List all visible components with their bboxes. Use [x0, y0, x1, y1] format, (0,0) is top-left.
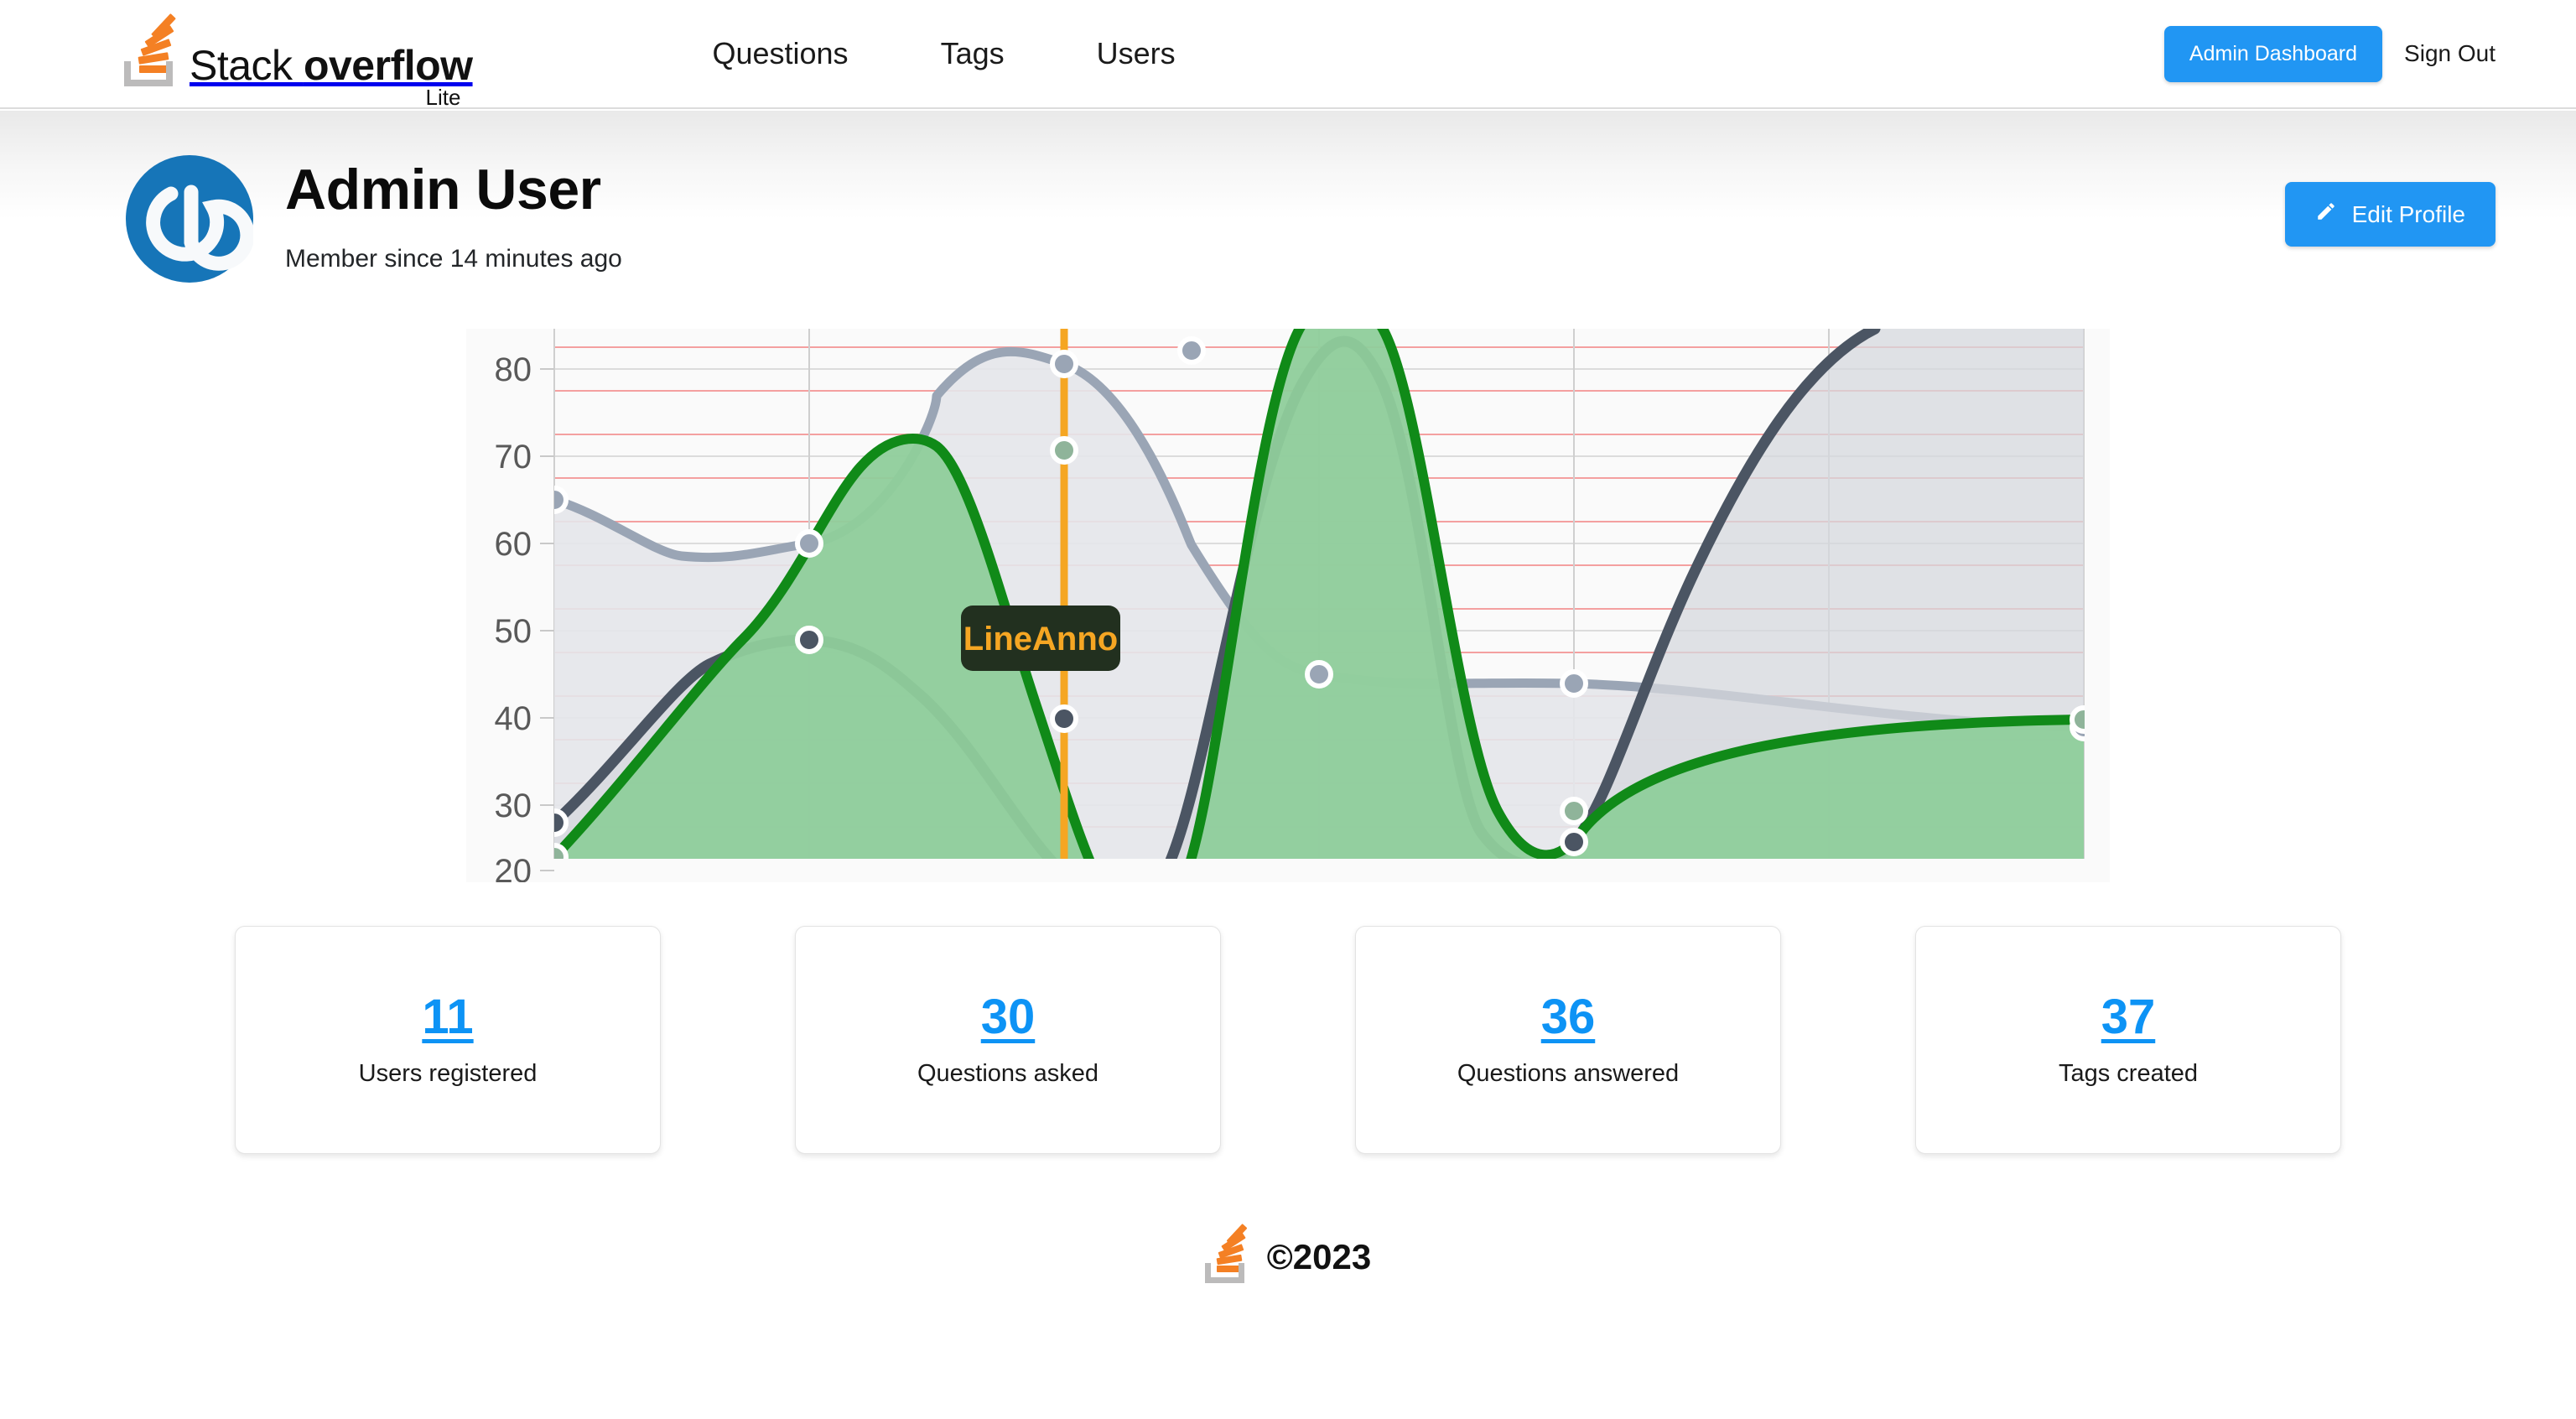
stat-label: Questions asked [917, 1059, 1098, 1087]
page-footer: ©2023 [0, 1224, 2576, 1283]
profile-actions: Edit Profile [2284, 155, 2496, 247]
sign-out-link[interactable]: Sign Out [2404, 40, 2496, 67]
profile-text-block: Admin User Member since 14 minutes ago [285, 155, 622, 273]
marker-green-2 [1050, 436, 1078, 465]
stat-value-link[interactable]: 11 [422, 992, 473, 1042]
marker-light-5 [1560, 669, 1588, 698]
edit-profile-label: Edit Profile [2351, 200, 2465, 227]
page-title: Admin User [285, 158, 601, 221]
nav-item-users[interactable]: Users [1097, 36, 1176, 71]
brand-name-bold: overflow [303, 42, 473, 89]
main-nav-links: Questions Tags Users [712, 36, 1175, 71]
stat-value-link[interactable]: 37 [2101, 992, 2156, 1042]
marker-dark-5 [1560, 828, 1588, 856]
y-tick-80: 80 [495, 351, 532, 388]
stat-label: Tags created [2058, 1059, 2199, 1087]
profile-header: Admin User Member since 14 minutes ago E… [0, 109, 2576, 283]
stack-overflow-logo-icon [1204, 1224, 1249, 1283]
stat-value-link[interactable]: 30 [981, 992, 1036, 1042]
nav-item-questions[interactable]: Questions [712, 36, 848, 71]
chart-svg: 80 70 60 50 40 30 20 LineAnno [466, 329, 2110, 882]
marker-light-4 [1305, 660, 1333, 689]
activity-line-chart[interactable]: 80 70 60 50 40 30 20 LineAnno [466, 329, 2110, 882]
top-navigation-bar: Stack overflow Lite Questions Tags Users… [0, 0, 2576, 110]
marker-dark-1 [795, 626, 823, 654]
stat-card-users-registered[interactable]: 11 Users registered [235, 926, 661, 1154]
brand-name-light: Stack [190, 42, 304, 89]
copyright-text: ©2023 [1266, 1237, 1372, 1276]
avatar [126, 155, 253, 283]
stack-overflow-logo-icon [124, 13, 178, 86]
marker-light-2 [1050, 350, 1078, 378]
y-tick-20: 20 [495, 853, 532, 882]
stat-value-link[interactable]: 36 [1541, 992, 1596, 1042]
pencil-icon [2315, 200, 2337, 228]
stat-card-tags-created[interactable]: 37 Tags created [1915, 926, 2341, 1154]
y-tick-60: 60 [495, 526, 532, 563]
brand-name: Stack overflow [190, 44, 473, 86]
y-tick-30: 30 [495, 787, 532, 824]
stat-cards-row: 11 Users registered 30 Questions asked 3… [0, 926, 2576, 1154]
nav-right-group: Admin Dashboard Sign Out [2163, 25, 2496, 82]
edit-profile-button[interactable]: Edit Profile [2284, 182, 2496, 247]
annotation-label-text: LineAnno [963, 621, 1118, 658]
stat-label: Questions answered [1457, 1059, 1680, 1087]
y-tick-70: 70 [495, 439, 532, 476]
brand-home-link[interactable]: Stack overflow [124, 13, 473, 86]
nav-item-tags[interactable]: Tags [941, 36, 1005, 71]
marker-green-5 [1560, 797, 1588, 825]
y-tick-50: 50 [495, 613, 532, 650]
y-tick-40: 40 [495, 700, 532, 737]
line-annotation-label[interactable]: LineAnno [961, 606, 1120, 671]
marker-light-3 [1177, 336, 1206, 365]
marker-dark-2 [1050, 704, 1078, 733]
brand-subtitle: Lite [425, 85, 461, 110]
member-since-text: Member since 14 minutes ago [285, 245, 622, 273]
marker-light-1 [795, 529, 823, 558]
stat-card-questions-answered[interactable]: 36 Questions answered [1355, 926, 1781, 1154]
admin-dashboard-button[interactable]: Admin Dashboard [2163, 25, 2383, 82]
stat-label: Users registered [358, 1059, 538, 1087]
stat-card-questions-asked[interactable]: 30 Questions asked [795, 926, 1221, 1154]
